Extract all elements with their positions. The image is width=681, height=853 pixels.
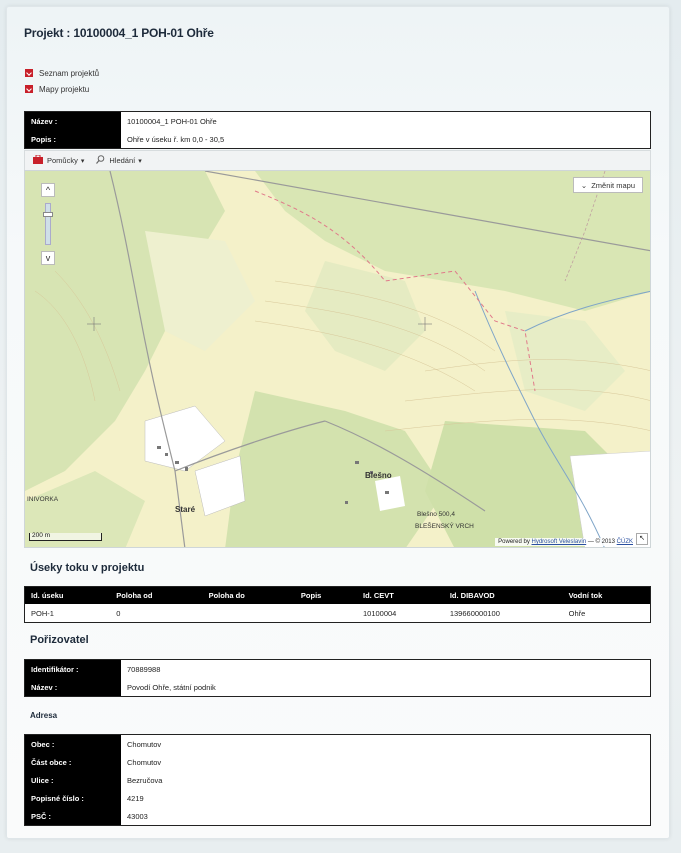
adresa-heading: Adresa [30, 711, 58, 720]
search-label[interactable]: Hledání [109, 156, 135, 165]
info-value: 4219 [121, 789, 650, 807]
info-key: Popisné číslo : [25, 789, 121, 807]
zoom-in-button[interactable]: ^ [41, 183, 55, 197]
expand-map-icon[interactable]: ↖ [636, 533, 648, 545]
attribution-suffix: — © 2013 [587, 539, 615, 545]
info-value: Ohře v úseku ř. km 0,0 - 30,5 [121, 130, 650, 148]
toolbox-icon [33, 154, 43, 166]
zoom-slider[interactable] [43, 203, 53, 245]
info-value: 70889988 [121, 660, 650, 678]
table-cell: 139660000100 [443, 604, 563, 622]
chevron-down-icon: ▾ [80, 157, 85, 165]
change-map-label[interactable]: Změnit mapu [591, 181, 635, 190]
map-attribution: Powered by Hydrosoft Veleslavín — © 2013… [495, 538, 636, 546]
porizovatel-heading: Pořizovatel [30, 634, 89, 646]
info-row: Popis : Ohře v úseku ř. km 0,0 - 30,5 [25, 130, 650, 148]
project-info-table: Název : 10100004_1 POH-01 Ohře Popis : O… [24, 111, 651, 149]
link-project-maps[interactable]: Mapy projektu [25, 82, 99, 96]
search-icon [96, 155, 105, 166]
chevron-down-icon: ⌄ [580, 180, 588, 190]
arrow-down-icon [25, 85, 33, 93]
chevron-down-icon: ▾ [138, 157, 142, 165]
attribution-link[interactable]: Hydrosoft Veleslavín [532, 539, 587, 545]
change-map-button[interactable]: ⌄ Změnit mapu [572, 177, 643, 193]
map-place-label: BLEŠENSKÝ VRCH [415, 523, 474, 530]
table-header-row: Id. úseku Poloha od Poloha do Popis Id. … [25, 587, 650, 604]
info-row: Název : Povodí Ohře, státní podnik [25, 678, 650, 696]
map-place-label: Blešno 500,4 [417, 511, 455, 518]
info-value: Chomutov [121, 735, 650, 753]
info-key: PSČ : [25, 807, 121, 825]
info-row: Ulice : Bezručova [25, 771, 650, 789]
table-cell: Ohře [562, 604, 650, 622]
info-key: Ulice : [25, 771, 121, 789]
column-header: Popis [294, 587, 357, 604]
info-row: Název : 10100004_1 POH-01 Ohře [25, 112, 650, 130]
map-place-label: INIVORKA [27, 496, 59, 503]
map-canvas[interactable] [25, 171, 651, 548]
tools-menu[interactable]: Pomůcky ▾ [33, 154, 85, 166]
map-view[interactable]: Blešno Staré BLEŠENSKÝ VRCH INIVORKA Ble… [24, 170, 651, 548]
info-key: Identifikátor : [25, 660, 121, 678]
link-label[interactable]: Mapy projektu [39, 85, 89, 94]
info-row: Část obce : Chomutov [25, 753, 650, 771]
zoom-out-button[interactable]: v [41, 251, 55, 265]
page-title: Projekt : 10100004_1 POH-01 Ohře [24, 26, 214, 40]
column-header: Vodní tok [562, 587, 650, 604]
info-key: Obec : [25, 735, 121, 753]
segments-table: Id. úseku Poloha od Poloha do Popis Id. … [24, 586, 651, 623]
table-cell: 0 [110, 604, 203, 622]
map-toolbar: Pomůcky ▾ Hledání ▾ [24, 150, 651, 170]
table-cell [202, 604, 295, 622]
column-header: Poloha od [110, 587, 203, 604]
map-place-label: Blešno [365, 471, 392, 480]
info-value: Povodí Ohře, státní podnik [121, 678, 650, 696]
column-header: Id. CEVT [356, 587, 444, 604]
link-label[interactable]: Seznam projektů [39, 69, 99, 78]
table-cell: 10100004 [356, 604, 444, 622]
column-header: Id. DIBAVOD [443, 587, 563, 604]
link-project-list[interactable]: Seznam projektů [25, 66, 99, 80]
zoom-slider-thumb[interactable] [43, 212, 53, 217]
project-links: Seznam projektů Mapy projektu [25, 66, 99, 98]
table-cell [294, 604, 357, 622]
table-row[interactable]: POH-1 0 10100004 139660000100 Ohře [25, 604, 650, 622]
info-value: 10100004_1 POH-01 Ohře [121, 112, 650, 130]
scale-bar: 200 m [29, 532, 102, 541]
adresa-table: Obec : Chomutov Část obce : Chomutov Uli… [24, 734, 651, 826]
info-key: Popis : [25, 130, 121, 148]
info-key: Název : [25, 678, 121, 696]
zoom-control: ^ v [41, 183, 55, 265]
info-key: Název : [25, 112, 121, 130]
arrow-down-icon [25, 69, 33, 77]
info-key: Část obce : [25, 753, 121, 771]
column-header: Poloha do [202, 587, 295, 604]
column-header: Id. úseku [25, 587, 111, 604]
info-row: Obec : Chomutov [25, 735, 650, 753]
project-card: Projekt : 10100004_1 POH-01 Ohře Seznam … [6, 6, 670, 839]
map-place-label: Staré [175, 505, 196, 514]
info-row: Identifikátor : 70889988 [25, 660, 650, 678]
info-value: Chomutov [121, 753, 650, 771]
info-value: 43003 [121, 807, 650, 825]
info-row: PSČ : 43003 [25, 807, 650, 825]
info-value: Bezručova [121, 771, 650, 789]
attribution-link-cuzk[interactable]: ČÚZK [617, 539, 633, 545]
tools-label[interactable]: Pomůcky [47, 156, 78, 165]
attribution-prefix: Powered by [498, 539, 530, 545]
table-cell: POH-1 [25, 604, 111, 622]
segments-heading: Úseky toku v projektu [30, 562, 145, 574]
search-menu[interactable]: Hledání ▾ [96, 155, 142, 166]
info-row: Popisné číslo : 4219 [25, 789, 650, 807]
porizovatel-table: Identifikátor : 70889988 Název : Povodí … [24, 659, 651, 697]
